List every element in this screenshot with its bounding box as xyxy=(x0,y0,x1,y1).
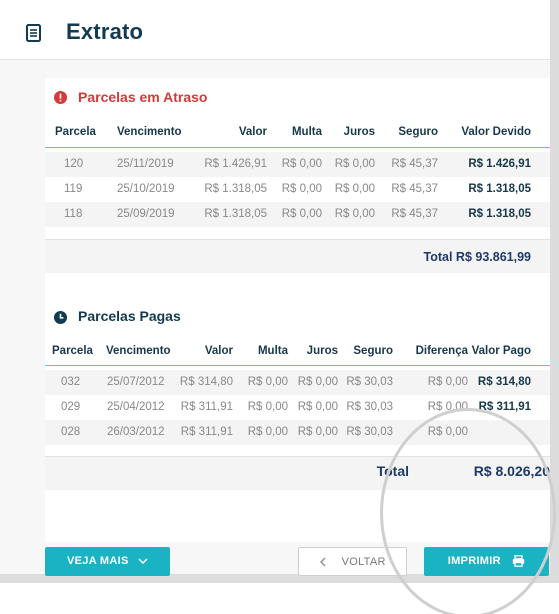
cell-multa: R$ 0,00 xyxy=(281,208,322,220)
cell-juros: R$ 0,00 xyxy=(334,208,375,220)
table-row[interactable]: 120 25/11/2019 R$ 1.426,91 R$ 0,00 R$ 0,… xyxy=(45,152,550,177)
cell-seguro: R$ 45,37 xyxy=(391,208,438,220)
col-diferenca: Diferença xyxy=(415,345,468,357)
cell-vencimento: 26/03/2012 xyxy=(107,426,165,438)
veja-mais-button[interactable]: VEJA MAIS xyxy=(45,547,170,576)
cell-valor-pago: R$ 311,91 xyxy=(478,401,531,413)
cell-valor-pago: R$ 314,80 xyxy=(477,376,531,388)
veja-mais-label: VEJA MAIS xyxy=(67,555,129,567)
cell-valor-devido: R$ 1.318,05 xyxy=(468,208,531,220)
col-valor-devido: Valor Devido xyxy=(461,126,531,138)
table-row[interactable]: 028 26/03/2012 R$ 311,91 R$ 0,00 R$ 0,00… xyxy=(45,420,550,445)
col-seguro: Seguro xyxy=(398,126,438,138)
table-row[interactable]: 118 25/09/2019 R$ 1.318,05 R$ 0,00 R$ 0,… xyxy=(45,202,550,227)
paid-section-title: Parcelas Pagas xyxy=(78,308,181,324)
cell-vencimento: 25/04/2012 xyxy=(107,401,165,413)
imprimir-button[interactable]: IMPRIMIR xyxy=(424,547,549,576)
voltar-button[interactable]: VOLTAR xyxy=(298,547,407,576)
cell-juros: R$ 0,00 xyxy=(334,158,375,170)
alert-icon xyxy=(54,91,67,104)
imprimir-label: IMPRIMIR xyxy=(447,555,501,567)
cell-vencimento: 25/07/2012 xyxy=(107,376,165,388)
cell-valor: R$ 311,91 xyxy=(180,426,233,438)
cell-seguro: R$ 30,03 xyxy=(346,376,393,388)
page-title: Extrato xyxy=(66,19,144,44)
cell-multa: R$ 0,00 xyxy=(247,401,288,413)
col-multa: Multa xyxy=(257,345,288,357)
cell-diferenca: R$ 0,00 xyxy=(427,426,468,438)
cell-valor: R$ 1.426,91 xyxy=(204,158,267,170)
cell-vencimento: 25/10/2019 xyxy=(117,183,175,195)
clock-icon xyxy=(54,311,67,324)
cell-parcela: 032 xyxy=(61,376,81,388)
table-row[interactable]: 029 25/04/2012 R$ 311,91 R$ 0,00 R$ 0,00… xyxy=(45,395,550,420)
col-vencimento: Vencimento xyxy=(117,126,182,138)
cell-multa: R$ 0,00 xyxy=(281,183,322,195)
col-juros: Juros xyxy=(343,126,375,138)
printer-icon xyxy=(513,555,525,567)
overdue-total: Total R$ 93.861,99 xyxy=(423,250,531,264)
statement-panel: Extrato Parcelas em Atraso Parcela Venci… xyxy=(0,0,550,576)
cell-parcela: 119 xyxy=(64,183,83,195)
page-header: Extrato xyxy=(0,0,550,60)
cell-parcela: 029 xyxy=(61,401,81,413)
overdue-table-header: Parcela Vencimento Valor Multa Juros Seg… xyxy=(45,122,550,148)
cell-seguro: R$ 45,37 xyxy=(391,183,438,195)
col-juros: Juros xyxy=(306,345,338,357)
cell-valor: R$ 314,80 xyxy=(179,376,233,388)
cell-parcela: 028 xyxy=(61,426,81,438)
table-row[interactable]: 119 25/10/2019 R$ 1.318,05 R$ 0,00 R$ 0,… xyxy=(45,177,550,202)
cell-multa: R$ 0,00 xyxy=(247,376,288,388)
document-list-icon xyxy=(26,24,41,42)
paid-total-label: Total xyxy=(376,463,409,479)
paid-table-header: Parcela Vencimento Valor Multa Juros Seg… xyxy=(45,340,550,366)
col-valor: Valor xyxy=(238,126,267,138)
col-multa: Multa xyxy=(291,126,322,138)
cell-valor-devido: R$ 1.426,91 xyxy=(468,158,531,170)
paid-total-bar: Total R$ 8.026,20 xyxy=(45,456,550,490)
cell-diferenca: R$ 0,00 xyxy=(427,401,468,413)
cell-seguro: R$ 45,37 xyxy=(391,158,438,170)
cell-juros: R$ 0,00 xyxy=(297,376,338,388)
paid-total-value: R$ 8.026,20 xyxy=(473,463,550,479)
cell-multa: R$ 0,00 xyxy=(281,158,322,170)
cell-multa: R$ 0,00 xyxy=(247,426,288,438)
overdue-total-bar: Total R$ 93.861,99 xyxy=(45,239,550,273)
voltar-label: VOLTAR xyxy=(341,556,386,568)
col-parcela: Parcela xyxy=(55,126,96,138)
cell-juros: R$ 0,00 xyxy=(297,426,338,438)
cell-juros: R$ 0,00 xyxy=(297,401,338,413)
col-valor: Valor xyxy=(204,345,233,357)
cell-parcela: 120 xyxy=(64,158,84,170)
cell-parcela: 118 xyxy=(64,208,83,220)
cell-diferenca: R$ 0,00 xyxy=(427,376,468,388)
cell-valor: R$ 311,91 xyxy=(180,401,233,413)
cell-valor-devido: R$ 1.318,05 xyxy=(468,183,531,195)
col-parcela: Parcela xyxy=(52,345,93,357)
chevron-down-icon xyxy=(138,558,148,564)
col-seguro: Seguro xyxy=(353,345,393,357)
cell-seguro: R$ 30,03 xyxy=(346,426,393,438)
table-row[interactable]: 032 25/07/2012 R$ 314,80 R$ 0,00 R$ 0,00… xyxy=(45,370,550,395)
cell-valor: R$ 1.318,05 xyxy=(204,208,267,220)
overdue-section-title: Parcelas em Atraso xyxy=(78,89,208,105)
cell-vencimento: 25/09/2019 xyxy=(117,208,175,220)
col-valor-pago: Valor Pago xyxy=(471,345,531,357)
cell-vencimento: 25/11/2019 xyxy=(117,158,174,170)
cell-seguro: R$ 30,03 xyxy=(346,401,393,413)
col-vencimento: Vencimento xyxy=(106,345,171,357)
chevron-left-icon xyxy=(320,557,326,567)
cell-valor: R$ 1.318,05 xyxy=(204,183,267,195)
cell-juros: R$ 0,00 xyxy=(334,183,375,195)
